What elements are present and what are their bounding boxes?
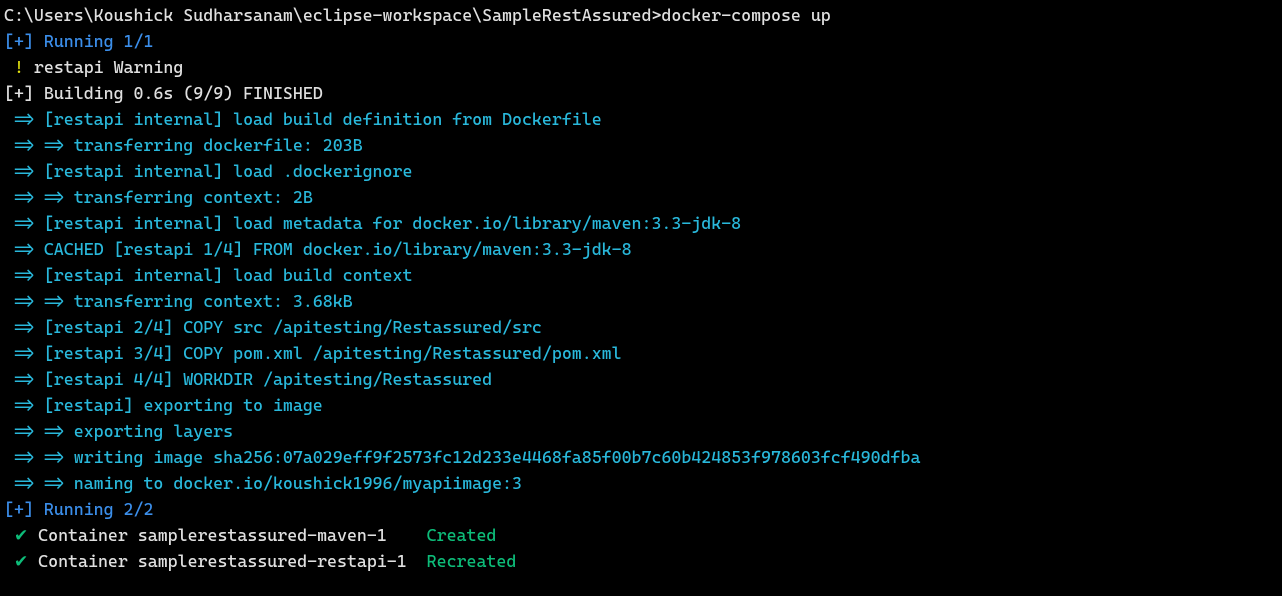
build-step: => [restapi internal] load .dockerignore — [4, 158, 1282, 184]
build-step: => => transferring context: 2B — [4, 184, 1282, 210]
build-step: => => transferring dockerfile: 203B — [4, 132, 1282, 158]
building-prefix: [+] — [4, 83, 34, 103]
check-icon: ✔ — [4, 525, 38, 545]
build-step: => [restapi internal] load build definit… — [4, 106, 1282, 132]
building-text: Building 0.6s (9/9) FINISHED — [34, 83, 323, 103]
terminal-prompt-line: C:\Users\Koushick Sudharsanam\eclipse-wo… — [4, 2, 1282, 28]
container-name: Container samplerestassured-maven-1 — [38, 525, 417, 545]
build-step: => [restapi 3/4] COPY pom.xml /apitestin… — [4, 340, 1282, 366]
build-step: => => transferring context: 3.68kB — [4, 288, 1282, 314]
build-step: => => writing image sha256:07a029eff9f25… — [4, 444, 1282, 470]
running-status-line-2: [+] Running 2/2 — [4, 496, 1282, 522]
build-step: => [restapi internal] load build context — [4, 262, 1282, 288]
build-step: => => exporting layers — [4, 418, 1282, 444]
build-step: => => naming to docker.io/koushick1996/m… — [4, 470, 1282, 496]
container-status-line: ✔ Container samplerestassured-maven-1 Cr… — [4, 522, 1282, 548]
building-status-line: [+] Building 0.6s (9/9) FINISHED — [4, 80, 1282, 106]
warning-line: ! restapi Warning — [4, 54, 1282, 80]
running-prefix: [+] — [4, 499, 34, 519]
warning-bang-icon: ! — [4, 57, 34, 77]
build-step: => [restapi internal] load metadata for … — [4, 210, 1282, 236]
check-icon: ✔ — [4, 551, 38, 571]
build-step: => CACHED [restapi 1/4] FROM docker.io/l… — [4, 236, 1282, 262]
running-prefix: [+] — [4, 31, 34, 51]
prompt-path: C:\Users\Koushick Sudharsanam\eclipse-wo… — [4, 5, 661, 25]
prompt-command: docker-compose up — [661, 5, 830, 25]
running-text: Running 1/1 — [34, 31, 154, 51]
container-status: Recreated — [417, 551, 517, 571]
running-status-line-1: [+] Running 1/1 — [4, 28, 1282, 54]
container-name: Container samplerestassured-restapi-1 — [38, 551, 417, 571]
warning-text: restapi Warning — [34, 57, 183, 77]
build-step: => [restapi 2/4] COPY src /apitesting/Re… — [4, 314, 1282, 340]
build-step: => [restapi] exporting to image — [4, 392, 1282, 418]
container-status: Created — [417, 525, 497, 545]
build-step: => [restapi 4/4] WORKDIR /apitesting/Res… — [4, 366, 1282, 392]
container-status-line: ✔ Container samplerestassured-restapi-1 … — [4, 548, 1282, 574]
running-text: Running 2/2 — [34, 499, 154, 519]
